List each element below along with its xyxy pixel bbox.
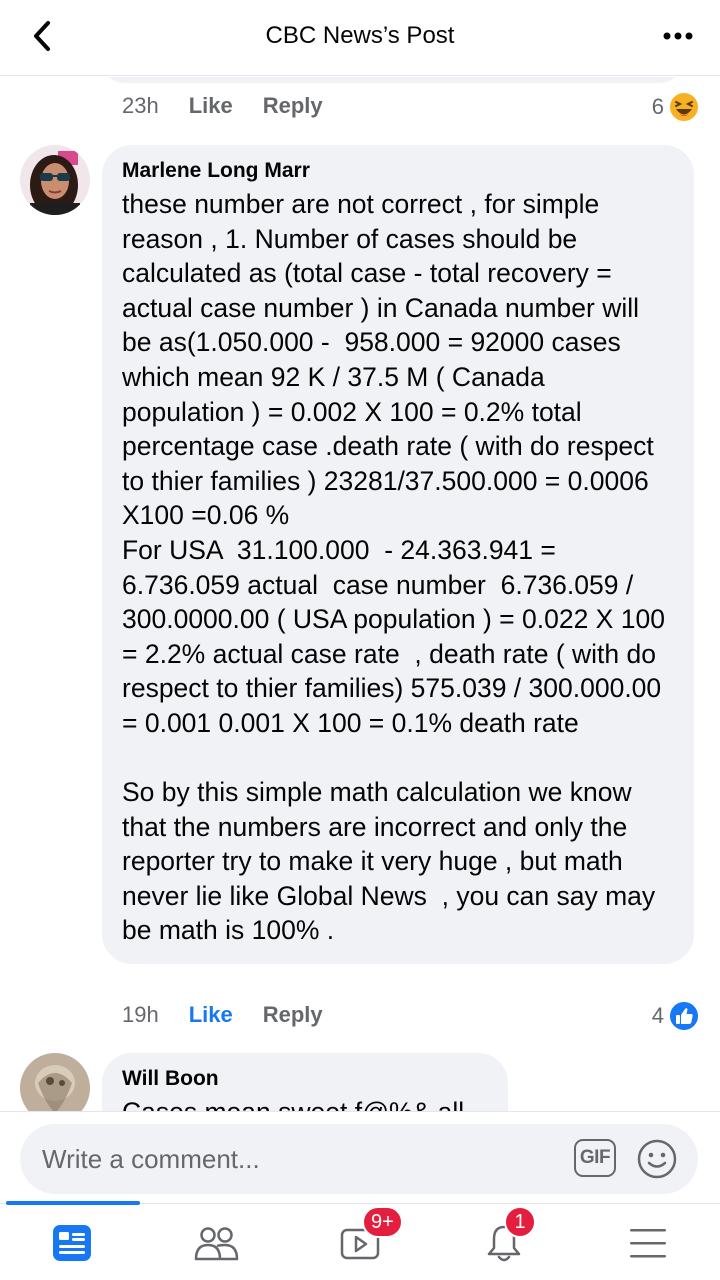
comment-composer-bar: Write a comment... GIF [0,1111,720,1203]
more-options-button[interactable] [658,20,698,52]
bottom-navigation: 9+ 1 [0,1201,720,1280]
active-tab-indicator [6,1201,140,1205]
hamburger-menu-icon [630,1229,666,1258]
notifications-badge: 1 [504,1206,536,1238]
comment-author[interactable]: Will Boon [122,1067,488,1091]
comment-author[interactable]: Marlene Long Marr [122,159,674,183]
tab-watch[interactable]: 9+ [330,1206,403,1268]
avatar[interactable] [20,145,90,215]
like-thumb-icon [668,1000,700,1032]
reaction-count: 4 [651,1003,664,1028]
tab-friends[interactable] [186,1218,246,1268]
emoji-button[interactable] [636,1138,678,1180]
more-dots-icon [663,32,693,40]
reaction-summary[interactable]: 4 [652,1000,700,1032]
post-header: CBC News’s Post [0,0,720,76]
comment-time: 23h [122,93,159,118]
previous-comment-actions: 23h Like Reply [122,93,323,119]
comment-input[interactable]: Write a comment... GIF [20,1124,698,1194]
avatar[interactable] [20,1053,90,1111]
previous-comment-bubble [102,77,682,83]
like-button[interactable]: Like [189,93,233,119]
comment-time: 19h [122,1002,159,1027]
like-button[interactable]: Like [189,1002,233,1028]
haha-emoji-icon [668,91,700,123]
tab-notifications[interactable]: 1 [474,1206,536,1268]
comment-text: these number are not correct , for simpl… [122,189,665,946]
comment-actions: 19h Like Reply [122,1002,323,1028]
comment-text: Cases mean sweet f@%& all [122,1095,488,1111]
comment-input-placeholder: Write a comment... [42,1144,260,1174]
profile-photo-icon [20,1053,90,1111]
tab-news-feed[interactable] [42,1218,102,1268]
page-title: CBC News’s Post [265,22,455,49]
news-feed-icon [53,1225,91,1261]
friends-icon [194,1227,239,1261]
reaction-summary[interactable]: 6 [652,91,700,123]
comments-feed[interactable]: 23h Like Reply 6 Marlene Long Marr these [0,77,720,1111]
gif-button[interactable]: GIF [574,1139,616,1177]
watch-badge: 9+ [362,1206,403,1238]
comment-bubble[interactable]: Will Boon Cases mean sweet f@%& all [102,1053,508,1111]
tab-menu[interactable] [618,1218,678,1268]
comment-bubble[interactable]: Marlene Long Marr these number are not c… [102,145,694,965]
reply-button[interactable]: Reply [263,1002,323,1028]
smiley-icon [637,1139,677,1179]
reaction-count: 6 [651,94,664,119]
reply-button[interactable]: Reply [263,93,323,119]
profile-photo-icon [20,145,90,215]
